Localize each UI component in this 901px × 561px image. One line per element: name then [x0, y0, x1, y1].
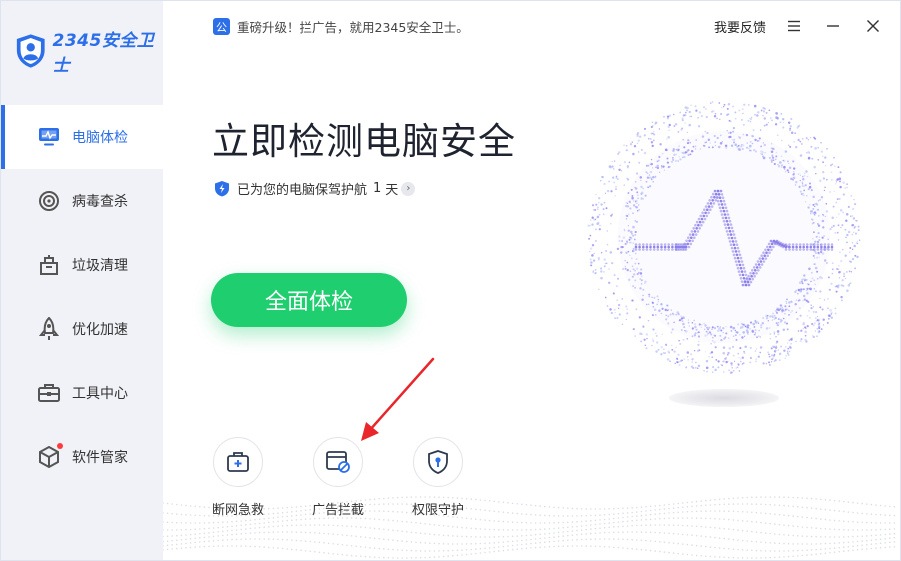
sidebar-nav: 电脑体检 病毒查杀 垃圾清理 优化加速 工具中心 软件管家 — [1, 105, 163, 489]
brand-name: 2345安全卫士 — [52, 31, 155, 76]
protection-unit: 天 — [385, 183, 399, 198]
notification-badge — [57, 443, 63, 449]
sidebar-item-software-manager[interactable]: 软件管家 — [1, 425, 163, 489]
brand-logo: 2345安全卫士 — [15, 31, 163, 76]
tool-label: 广告拦截 — [311, 503, 364, 518]
scan-globe-graphic — [587, 101, 861, 374]
shield-check-icon — [215, 181, 229, 197]
decorative-dot-wave — [163, 496, 896, 559]
shield-logo-icon — [16, 34, 45, 68]
globe-shadow — [669, 389, 779, 407]
sidebar-item-pc-checkup[interactable]: 电脑体检 — [1, 105, 163, 169]
tool-permission-guard[interactable]: 权限守护 — [403, 437, 473, 518]
toolbox-icon — [37, 381, 61, 405]
sidebar-item-virus-scan[interactable]: 病毒查杀 — [1, 169, 163, 233]
sidebar-item-junk-clean[interactable]: 垃圾清理 — [1, 233, 163, 297]
chevron-right-icon: › — [401, 181, 416, 196]
trash-bin-icon — [37, 253, 61, 277]
protection-status[interactable]: 已为您的电脑保驾护航 1 天 › — [214, 179, 416, 198]
close-icon[interactable] — [861, 15, 885, 37]
target-icon — [37, 189, 61, 213]
rocket-icon — [37, 317, 61, 341]
tool-network-rescue[interactable]: 断网急救 — [203, 437, 273, 518]
first-aid-kit-icon — [213, 437, 263, 487]
annotation-arrow — [361, 357, 435, 441]
sidebar-item-label: 垃圾清理 — [72, 258, 128, 274]
tool-label: 权限守护 — [411, 503, 464, 518]
promo-notice-text: 重磅升级！拦广告，就用2345安全卫士。 — [237, 20, 469, 35]
announcement-icon: 公 — [213, 18, 230, 35]
monitor-icon — [37, 125, 61, 149]
sidebar: 2345安全卫士 电脑体检 病毒查杀 垃圾清理 优化加速 工具中心 软件管家 — [1, 1, 163, 560]
sidebar-item-label: 软件管家 — [72, 450, 128, 466]
sidebar-item-label: 优化加速 — [72, 322, 128, 338]
sidebar-item-label: 工具中心 — [72, 386, 128, 402]
full-scan-button[interactable]: 全面体检 — [211, 273, 407, 327]
minimize-icon[interactable] — [821, 15, 845, 37]
protection-days: 1 — [373, 181, 382, 196]
promo-notice[interactable]: 公 重磅升级！拦广告，就用2345安全卫士。 — [213, 17, 469, 36]
sidebar-item-tool-center[interactable]: 工具中心 — [1, 361, 163, 425]
menu-icon[interactable] — [782, 15, 806, 37]
protection-text: 已为您的电脑保驾护航 — [237, 183, 368, 198]
page-title: 立即检测电脑安全 — [212, 120, 516, 163]
app-window: 2345安全卫士 电脑体检 病毒查杀 垃圾清理 优化加速 工具中心 软件管家 公… — [0, 0, 901, 561]
cube-icon — [37, 445, 61, 469]
sidebar-item-label: 电脑体检 — [72, 130, 128, 146]
tool-ad-block[interactable]: 广告拦截 — [303, 437, 373, 518]
tool-label: 断网急救 — [211, 503, 264, 518]
sidebar-item-label: 病毒查杀 — [72, 194, 128, 210]
sidebar-item-optimize[interactable]: 优化加速 — [1, 297, 163, 361]
feedback-link[interactable]: 我要反馈 — [714, 17, 766, 36]
